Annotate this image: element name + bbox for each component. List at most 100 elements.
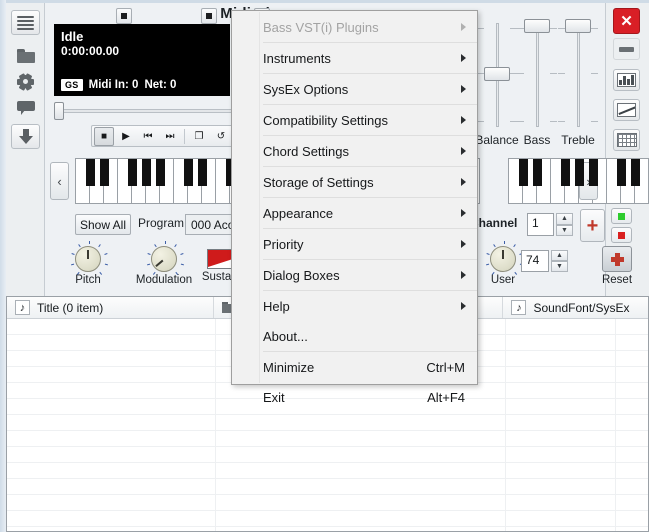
previous-button[interactable]: ⏮ [138, 127, 158, 146]
piano-black-key[interactable] [616, 159, 626, 186]
column-title[interactable]: ♪ Title (0 item) [7, 297, 215, 318]
column-soundfont[interactable]: ♪ SoundFont/SysEx [503, 297, 648, 318]
menu-item-minimize[interactable]: Minimize Ctrl+M [232, 352, 477, 382]
modulation-knob[interactable] [147, 241, 184, 275]
menu-item-dialog-boxes[interactable]: Dialog Boxes [232, 260, 477, 290]
download-arrow-icon [18, 129, 33, 144]
close-button[interactable]: ✕ [613, 8, 640, 34]
menu-item-about[interactable]: About... [232, 321, 477, 351]
piano-black-key[interactable] [155, 159, 165, 186]
settings-button[interactable] [11, 69, 40, 94]
grid-view-button[interactable] [613, 129, 640, 151]
balance-thumb[interactable] [484, 67, 510, 81]
user-stepper-up-icon[interactable]: ▲ [551, 250, 568, 261]
channel-value[interactable]: 1 [527, 213, 554, 236]
position-slider[interactable] [54, 101, 234, 121]
user-value[interactable]: 74 [521, 250, 549, 272]
treble-thumb[interactable] [565, 19, 591, 33]
menu-item-priority[interactable]: Priority [232, 229, 477, 259]
knob-tick [180, 263, 184, 266]
user-knob[interactable] [486, 241, 523, 275]
bar-chart-button[interactable] [613, 69, 640, 91]
menu-item-exit[interactable]: Exit Alt+F4 [232, 382, 477, 412]
menu-item-label: Appearance [263, 205, 334, 221]
table-row[interactable] [7, 415, 648, 431]
display-button[interactable] [11, 95, 40, 120]
menu-item-storage-of-settings[interactable]: Storage of Settings [232, 167, 477, 197]
window-toggle-button[interactable]: ❐ [189, 127, 209, 146]
reset-button[interactable] [602, 246, 632, 272]
show-all-button[interactable]: Show All [75, 214, 131, 235]
lcd-info-row: GS Midi In: 0 Net: 0 [61, 79, 176, 91]
user-stepper-down-icon[interactable]: ▼ [551, 261, 568, 272]
pitch-knob[interactable] [71, 241, 108, 275]
piano-black-key[interactable] [85, 159, 95, 186]
menu-item-label: Exit [263, 389, 285, 405]
column-divider [505, 319, 506, 531]
knob-tick [98, 244, 101, 248]
piano-black-key[interactable] [99, 159, 109, 186]
add-channel-button[interactable]: + [580, 209, 605, 242]
keyboard-scroll-left-button[interactable]: ‹ [50, 162, 69, 200]
table-row[interactable] [7, 447, 648, 463]
minimize-button[interactable] [613, 38, 640, 60]
knob-tick [71, 263, 75, 266]
menu-item-chord-settings[interactable]: Chord Settings [232, 136, 477, 166]
main-context-menu[interactable]: Bass VST(i) Plugins Instruments SysEx Opti… [231, 10, 478, 405]
menu-item-help[interactable]: Help [232, 291, 477, 321]
menu-item-instruments[interactable]: Instruments [232, 43, 477, 73]
bass-thumb[interactable] [524, 19, 550, 33]
balance-slider[interactable]: Balance [475, 17, 519, 147]
table-row[interactable] [7, 527, 648, 531]
table-row[interactable] [7, 479, 648, 495]
bass-track [536, 23, 539, 127]
submenu-arrow-icon [461, 23, 466, 31]
next-button[interactable]: ⏭ [160, 127, 180, 146]
menu-item-shortcut: Alt+F4 [427, 389, 465, 405]
table-row[interactable] [7, 511, 648, 527]
pitch-reset-button[interactable] [116, 8, 132, 24]
menu-button[interactable] [11, 10, 40, 35]
piano-black-key[interactable] [141, 159, 151, 186]
menu-item-compatibility-settings[interactable]: Compatibility Settings [232, 105, 477, 135]
piano-black-key[interactable] [183, 159, 193, 186]
close-icon: ✕ [620, 12, 633, 30]
reset-label: Reset [601, 274, 633, 286]
knob-tick [104, 253, 108, 255]
stop-button[interactable]: ■ [94, 126, 114, 146]
menu-item-sysex-options[interactable]: SysEx Options [232, 74, 477, 104]
stepper-up-icon[interactable]: ▲ [556, 213, 573, 225]
user-knob-ticks [485, 241, 523, 279]
modulation-reset-button[interactable] [201, 8, 217, 24]
piano-black-key[interactable] [560, 159, 570, 186]
position-slider-thumb[interactable] [54, 102, 64, 120]
piano-black-key[interactable] [574, 159, 584, 186]
treble-slider[interactable]: Treble [557, 17, 599, 147]
pitch-knob-indicator [87, 250, 89, 259]
folder-icon [16, 48, 35, 63]
user-stepper[interactable]: ▲ ▼ [551, 250, 568, 272]
table-row[interactable] [7, 431, 648, 447]
piano-black-key[interactable] [532, 159, 542, 186]
menu-item-appearance[interactable]: Appearance [232, 198, 477, 228]
piano-black-key[interactable] [630, 159, 640, 186]
menu-item-label: Compatibility Settings [263, 112, 388, 128]
piano-black-key[interactable] [127, 159, 137, 186]
stepper-down-icon[interactable]: ▼ [556, 224, 573, 236]
bass-slider[interactable]: Bass [516, 17, 558, 147]
led-off-button[interactable] [611, 227, 632, 243]
menu-item-label: Dialog Boxes [263, 267, 340, 283]
table-row[interactable] [7, 463, 648, 479]
download-button[interactable] [11, 124, 40, 149]
repeat-button[interactable]: ↺ [211, 127, 231, 146]
submenu-arrow-icon [461, 178, 466, 186]
piano-black-key[interactable] [197, 159, 207, 186]
table-row[interactable] [7, 495, 648, 511]
piano-black-key[interactable] [518, 159, 528, 186]
led-on-button[interactable] [611, 208, 632, 224]
line-chart-button[interactable] [613, 99, 640, 121]
open-file-button[interactable] [11, 43, 40, 68]
channel-stepper[interactable]: ▲ ▼ [556, 213, 573, 236]
piano-black-key[interactable] [588, 159, 598, 186]
play-button[interactable]: ▶ [116, 127, 136, 146]
